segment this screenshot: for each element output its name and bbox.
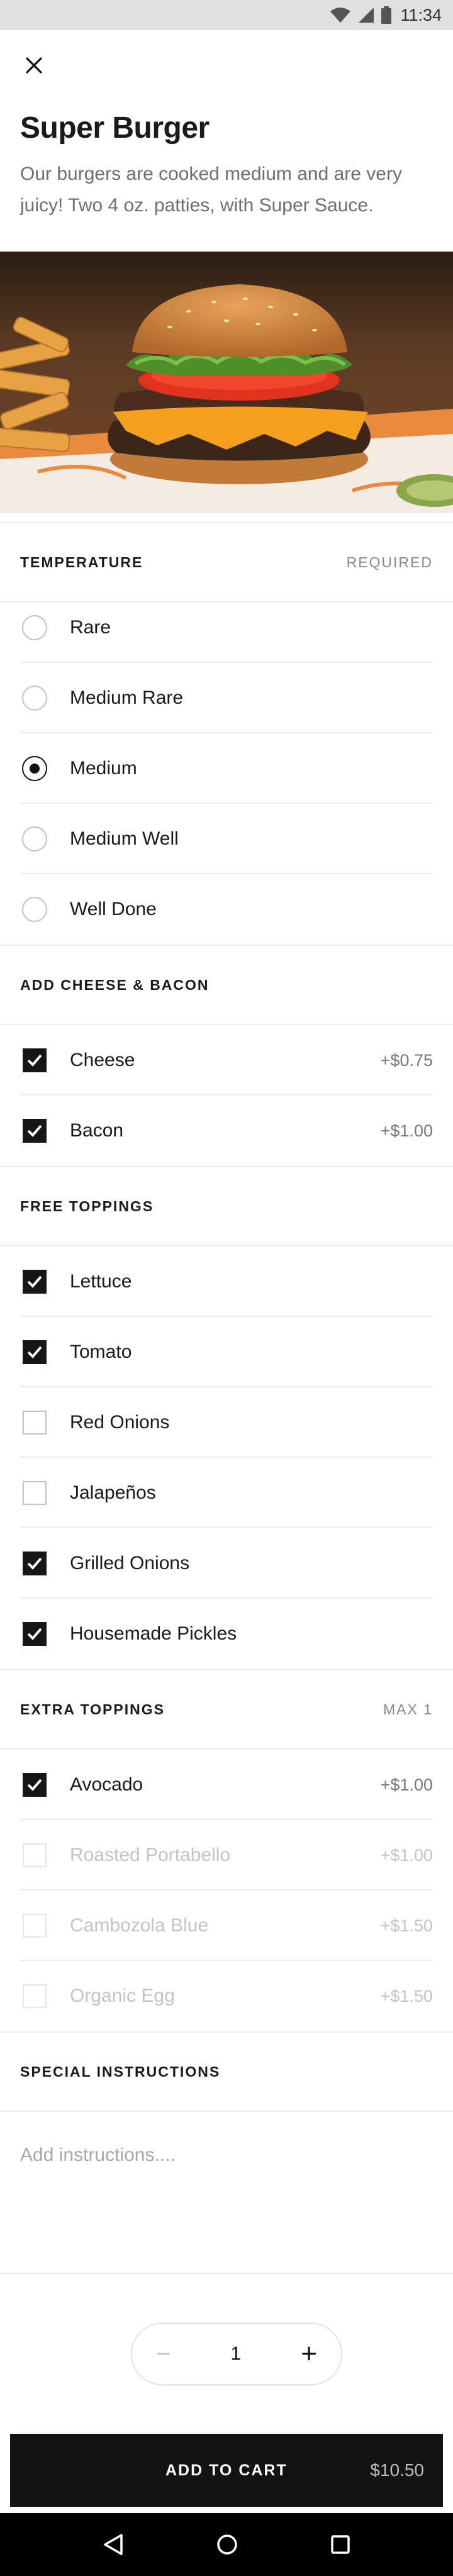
checkbox-disabled bbox=[23, 1914, 47, 1938]
quantity-value: 1 bbox=[230, 2343, 242, 2364]
add-to-cart-button[interactable]: ADD TO CART $10.50 bbox=[10, 2434, 443, 2507]
option-price: +$1.00 bbox=[380, 1775, 433, 1794]
topping-option-grilled-onions[interactable]: Grilled Onions bbox=[0, 1528, 453, 1599]
option-price: +$0.75 bbox=[380, 1050, 433, 1070]
cart-price: $10.50 bbox=[370, 2460, 424, 2480]
checkmark-icon bbox=[27, 1557, 42, 1570]
radio-button[interactable] bbox=[22, 897, 47, 922]
option-price: +$1.50 bbox=[380, 1916, 433, 1935]
topping-option-tomato[interactable]: Tomato bbox=[0, 1317, 453, 1387]
special-instructions-section-header: SPECIAL INSTRUCTIONS bbox=[0, 2031, 453, 2112]
addon-option-bacon[interactable]: Bacon +$1.00 bbox=[0, 1096, 453, 1166]
option-label: Medium Well bbox=[70, 828, 179, 849]
option-label: Organic Egg bbox=[70, 1985, 175, 2006]
divider bbox=[0, 2273, 453, 2274]
checkbox-checked[interactable] bbox=[23, 1773, 47, 1797]
temperature-option-rare[interactable]: Rare bbox=[0, 592, 453, 663]
temperature-option-well-done[interactable]: Well Done bbox=[0, 874, 453, 945]
option-label: Red Onions bbox=[70, 1412, 170, 1433]
temperature-option-medium-rare[interactable]: Medium Rare bbox=[0, 663, 453, 733]
section-title: EXTRA TOPPINGS bbox=[20, 1701, 165, 1718]
topping-option-jalapenos[interactable]: Jalapeños bbox=[0, 1458, 453, 1528]
instructions-input[interactable]: Add instructions.... bbox=[20, 2145, 176, 2166]
topping-option-lettuce[interactable]: Lettuce bbox=[0, 1246, 453, 1317]
section-title: ADD CHEESE & BACON bbox=[20, 976, 210, 993]
checkbox-checked[interactable] bbox=[23, 1048, 47, 1072]
add-to-cart-label: ADD TO CART bbox=[165, 2461, 288, 2479]
option-label: Housemade Pickles bbox=[70, 1623, 237, 1644]
extra-option-organic-egg: Organic Egg +$1.50 bbox=[0, 1961, 453, 2031]
checkbox[interactable] bbox=[23, 1481, 47, 1505]
extra-option-cambozola-blue: Cambozola Blue +$1.50 bbox=[0, 1890, 453, 1961]
required-label: REQUIRED bbox=[346, 553, 433, 570]
extra-option-roasted-portabello: Roasted Portabello +$1.00 bbox=[0, 1820, 453, 1890]
burger-photo bbox=[0, 252, 453, 513]
option-price: +$1.00 bbox=[380, 1121, 433, 1140]
status-bar: 11:34 bbox=[0, 0, 453, 30]
radio-button[interactable] bbox=[22, 615, 47, 640]
recents-icon[interactable] bbox=[330, 2534, 350, 2555]
checkmark-icon bbox=[27, 1124, 42, 1137]
checkbox-checked[interactable] bbox=[23, 1552, 47, 1575]
option-label: Cambozola Blue bbox=[70, 1915, 209, 1936]
topping-option-housemade-pickles[interactable]: Housemade Pickles bbox=[0, 1599, 453, 1669]
extra-option-avocado[interactable]: Avocado +$1.00 bbox=[0, 1750, 453, 1820]
section-title: SPECIAL INSTRUCTIONS bbox=[20, 2063, 221, 2080]
checkbox-disabled bbox=[23, 1843, 47, 1867]
close-button[interactable] bbox=[19, 50, 49, 80]
option-label: Grilled Onions bbox=[70, 1553, 190, 1574]
option-label: Tomato bbox=[70, 1341, 132, 1362]
status-time: 11:34 bbox=[400, 5, 442, 25]
section-title: TEMPERATURE bbox=[20, 553, 143, 570]
section-title: FREE TOPPINGS bbox=[20, 1197, 154, 1214]
temperature-option-medium-well[interactable]: Medium Well bbox=[0, 804, 453, 874]
extra-toppings-section-header: EXTRA TOPPINGS MAX 1 bbox=[0, 1669, 453, 1750]
temperature-section-header: TEMPERATURE REQUIRED bbox=[0, 522, 453, 602]
cheese-bacon-section-header: ADD CHEESE & BACON bbox=[0, 945, 453, 1025]
checkmark-icon bbox=[27, 1054, 42, 1067]
quantity-stepper: − 1 + bbox=[131, 2323, 342, 2385]
option-label: Cheese bbox=[70, 1050, 135, 1070]
free-toppings-section-header: FREE TOPPINGS bbox=[0, 1166, 453, 1246]
checkmark-icon bbox=[27, 1628, 42, 1640]
checkmark-icon bbox=[27, 1779, 42, 1791]
option-price: +$1.00 bbox=[380, 1845, 433, 1865]
radio-button-selected[interactable] bbox=[22, 756, 47, 781]
option-label: Lettuce bbox=[70, 1271, 132, 1292]
checkbox-disabled bbox=[23, 1984, 47, 2008]
option-label: Jalapeños bbox=[70, 1482, 156, 1503]
checkbox-checked[interactable] bbox=[23, 1119, 47, 1143]
radio-button[interactable] bbox=[22, 686, 47, 711]
battery-icon bbox=[381, 6, 392, 24]
option-label: Bacon bbox=[70, 1120, 124, 1141]
home-icon[interactable] bbox=[216, 2533, 238, 2556]
option-label: Well Done bbox=[70, 899, 157, 919]
increase-quantity-button[interactable]: + bbox=[301, 2340, 317, 2368]
close-icon bbox=[26, 57, 42, 74]
item-title: Super Burger bbox=[20, 111, 210, 145]
option-label: Medium Rare bbox=[70, 687, 184, 708]
checkbox-checked[interactable] bbox=[23, 1340, 47, 1364]
signal-icon bbox=[359, 8, 374, 23]
option-price: +$1.50 bbox=[380, 1986, 433, 2006]
checkmark-icon bbox=[27, 1275, 42, 1288]
back-icon[interactable] bbox=[103, 2533, 124, 2556]
checkbox-checked[interactable] bbox=[23, 1270, 47, 1294]
wifi-icon bbox=[330, 8, 351, 23]
max-label: MAX 1 bbox=[383, 1701, 433, 1718]
checkbox-checked[interactable] bbox=[23, 1622, 47, 1646]
checkbox[interactable] bbox=[23, 1411, 47, 1435]
radio-button[interactable] bbox=[22, 826, 47, 852]
option-label: Roasted Portabello bbox=[70, 1845, 231, 1865]
temperature-option-medium[interactable]: Medium bbox=[0, 733, 453, 804]
option-label: Medium bbox=[70, 758, 137, 779]
system-nav-bar bbox=[0, 2513, 453, 2576]
checkmark-icon bbox=[27, 1346, 42, 1358]
item-description: Our burgers are cooked medium and are ve… bbox=[20, 164, 402, 216]
addon-option-cheese[interactable]: Cheese +$0.75 bbox=[0, 1025, 453, 1096]
option-label: Avocado bbox=[70, 1774, 143, 1795]
decrease-quantity-button[interactable]: − bbox=[156, 2341, 171, 2367]
topping-option-red-onions[interactable]: Red Onions bbox=[0, 1387, 453, 1458]
option-label: Rare bbox=[70, 617, 111, 638]
